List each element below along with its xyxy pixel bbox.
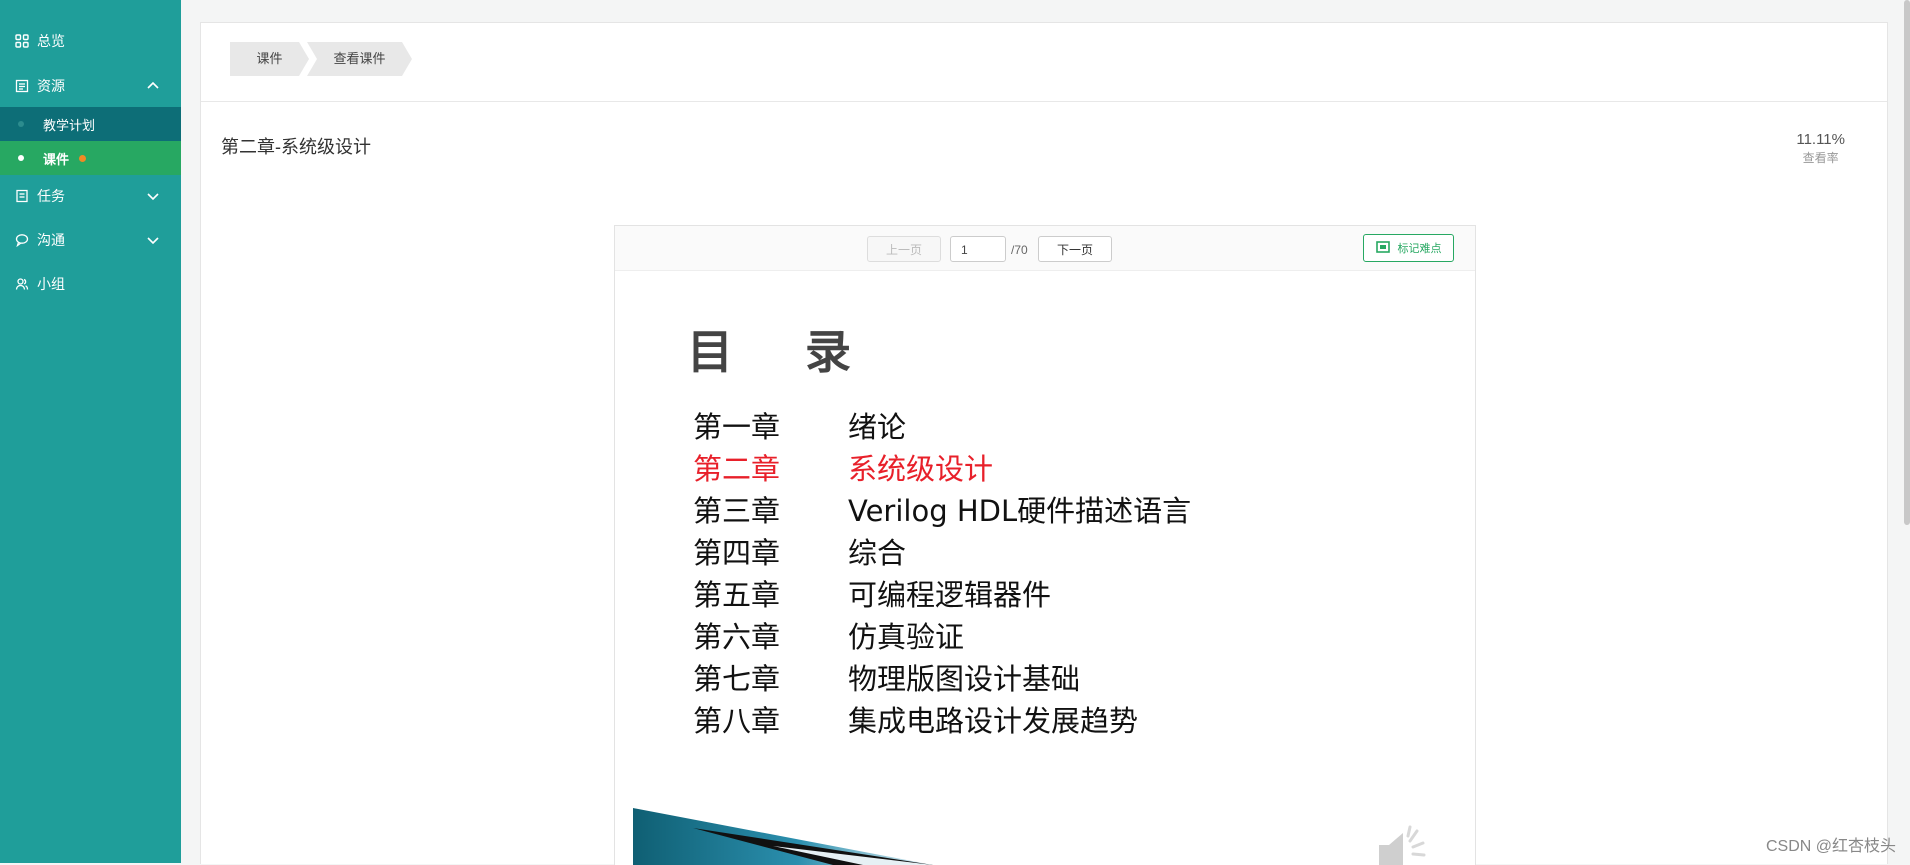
breadcrumb: 课件 查看课件 [201, 23, 1887, 102]
view-rate-label: 查看率 [1802, 151, 1839, 165]
toc-chapter: 第五章 [693, 578, 781, 612]
sidebar-subitem-label: 课件 [43, 151, 70, 167]
toc-name: 可编程逻辑器件 [848, 578, 1052, 612]
toc-name: 仿真验证 [848, 620, 965, 654]
toc-chapter: 第八章 [693, 704, 781, 738]
sidebar-item-label: 小组 [37, 276, 65, 292]
toc-name: 系统级设计 [848, 452, 994, 486]
sidebar-item-label: 资源 [37, 78, 65, 94]
sidebar-item-label: 沟通 [37, 232, 65, 248]
mark-difficulty-button[interactable]: 标记难点 [1363, 234, 1454, 262]
notification-badge [79, 154, 87, 162]
watermark: CSDN @红杏枝头 [1765, 838, 1896, 855]
page-total: /70 [1011, 243, 1028, 257]
sidebar-item-resources[interactable]: 资源 [0, 68, 181, 104]
chevron-up-icon [145, 78, 161, 94]
view-rate-value: 11.11% [1796, 131, 1845, 148]
bullet-icon [18, 121, 24, 127]
sidebar-subitem-label: 教学计划 [43, 117, 96, 133]
bullet-icon [18, 155, 24, 161]
prev-page-button[interactable]: 上一页 [867, 236, 941, 262]
toc-name: 综合 [848, 536, 907, 570]
slide-heading: 目 录 [687, 325, 880, 379]
toc-chapter: 第七章 [693, 662, 781, 696]
breadcrumb-item-view-courseware[interactable]: 查看课件 [307, 42, 412, 76]
courseware-viewer: 上一页 1 /70 下一页 标记难点 目 录 第一章 绪论 第二章 系统级设计 第三… [614, 225, 1476, 865]
sidebar-item-tasks[interactable]: 任务 [0, 178, 181, 214]
view-rate: 11.11% 查看率 [1796, 131, 1845, 166]
mark-difficulty-label: 标记难点 [1397, 243, 1442, 255]
bookmark-icon [1375, 240, 1390, 256]
resource-icon [14, 78, 30, 94]
toc-chapter: 第二章 [693, 452, 781, 486]
sidebar-subitem-teaching-plan[interactable]: 教学计划 [0, 107, 181, 141]
sidebar-item-overview[interactable]: 总览 [0, 23, 181, 59]
toc-chapter: 第六章 [693, 620, 781, 654]
toc-chapter: 第一章 [693, 410, 781, 444]
main-panel: 课件 查看课件 第二章-系统级设计 11.11% 查看率 上一页 1 /70 下… [200, 22, 1888, 865]
toc-name: 集成电路设计发展趋势 [848, 704, 1139, 738]
task-icon [14, 188, 30, 204]
chat-icon [14, 232, 30, 248]
toc-chapter: 第三章 [693, 494, 781, 528]
speaker-icon [1379, 825, 1426, 865]
toc-name: Verilog HDL硬件描述语言 [848, 494, 1192, 528]
next-page-button[interactable]: 下一页 [1038, 236, 1112, 262]
page-scrollbar[interactable] [1904, 0, 1910, 525]
sidebar-item-group[interactable]: 小组 [0, 266, 181, 302]
viewer-toolbar: 上一页 1 /70 下一页 标记难点 [615, 226, 1475, 271]
page-number-input[interactable]: 1 [950, 236, 1006, 262]
sidebar-item-communication[interactable]: 沟通 [0, 222, 181, 258]
page-title: 第二章-系统级设计 [221, 137, 371, 157]
toc-chapter: 第四章 [693, 536, 781, 570]
breadcrumb-item-courseware[interactable]: 课件 [230, 42, 309, 76]
sidebar-item-label: 总览 [37, 33, 65, 49]
toc-name: 绪论 [848, 410, 907, 444]
sidebar: 总览 资源 教学计划 课件 任务 沟通 小组 [0, 0, 181, 863]
slide-decoration [633, 808, 933, 865]
chevron-down-icon [145, 188, 161, 204]
toc-name: 物理版图设计基础 [848, 662, 1081, 696]
grid-icon [14, 33, 30, 49]
sidebar-item-label: 任务 [37, 188, 65, 204]
group-icon [14, 276, 30, 292]
sidebar-subitem-courseware[interactable]: 课件 [0, 141, 181, 175]
chevron-down-icon [145, 232, 161, 248]
